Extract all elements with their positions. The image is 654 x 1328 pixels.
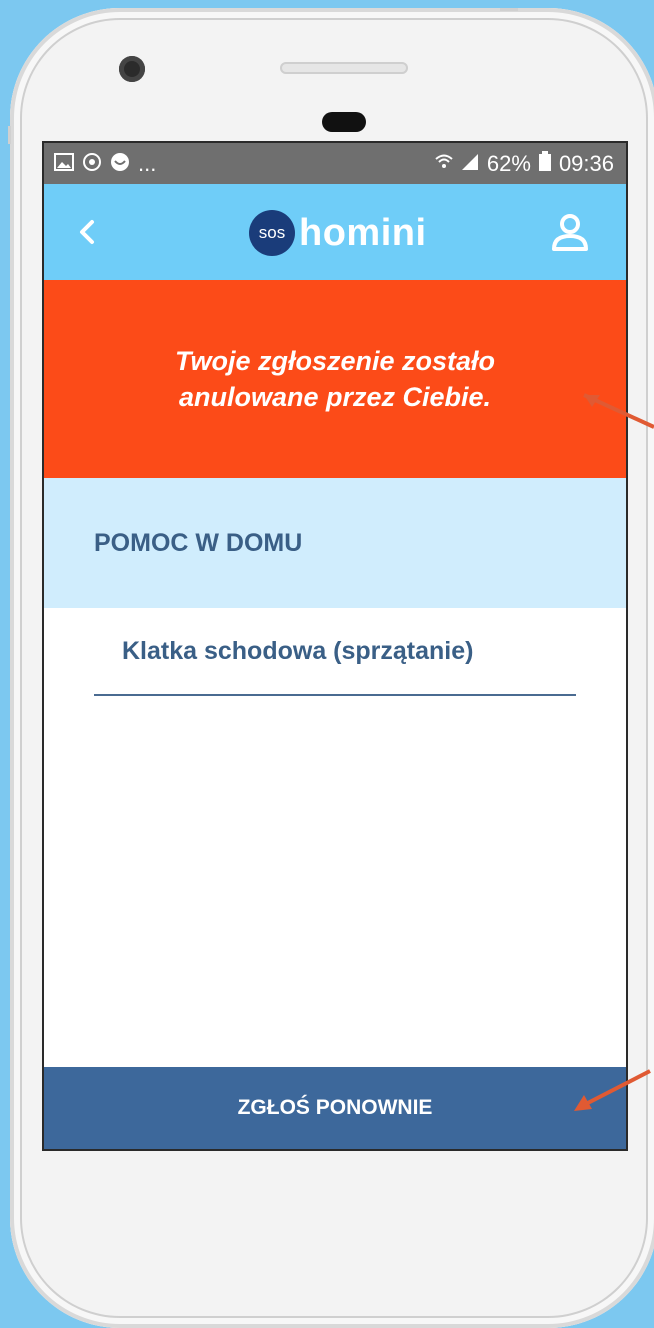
phone-screen: ... 62% 09:36 sos homini Twoje zgłoszeni… [42, 141, 628, 1151]
banner-message: Twoje zgłoszenie zostało anulowane przez… [174, 346, 496, 412]
proximity-sensor [322, 112, 366, 132]
status-bar: ... 62% 09:36 [44, 143, 626, 184]
wifi-icon [435, 151, 453, 177]
app-bar: sos homini [44, 184, 626, 280]
list-item: Klatka schodowa (sprzątanie) [94, 608, 576, 696]
list-item-label: Klatka schodowa (sprzątanie) [122, 636, 474, 665]
signal-icon [461, 151, 479, 177]
app-logo: sos homini [249, 210, 427, 256]
battery-icon [538, 150, 551, 177]
chevron-left-icon[interactable] [74, 214, 104, 250]
smile-icon [110, 152, 130, 176]
logo-text: homini [299, 211, 427, 254]
status-bar-left: ... [54, 151, 156, 177]
category-header: POMOC W DOMU [44, 478, 626, 608]
phone-top-button [500, 8, 518, 11]
status-bar-right: 62% 09:36 [435, 150, 614, 177]
clock: 09:36 [558, 150, 614, 176]
front-camera [119, 56, 145, 82]
earpiece-speaker [280, 62, 408, 74]
battery-percent: 62% [486, 150, 531, 176]
annotation-arrow-bottom [574, 1069, 651, 1111]
user-icon[interactable] [550, 212, 590, 252]
logo-badge: sos [249, 210, 295, 256]
more-notifications: ... [138, 150, 157, 176]
cancellation-banner: Twoje zgłoszenie zostało anulowane przez… [44, 280, 626, 478]
sync-icon [82, 152, 102, 176]
phone-side-button [8, 126, 11, 144]
image-icon [54, 152, 74, 175]
category-title: POMOC W DOMU [94, 528, 303, 557]
resubmit-button[interactable]: ZGŁOŚ PONOWNIE [44, 1067, 626, 1149]
resubmit-button-label: ZGŁOŚ PONOWNIE [237, 1096, 433, 1119]
annotation-arrow-top [583, 393, 654, 429]
